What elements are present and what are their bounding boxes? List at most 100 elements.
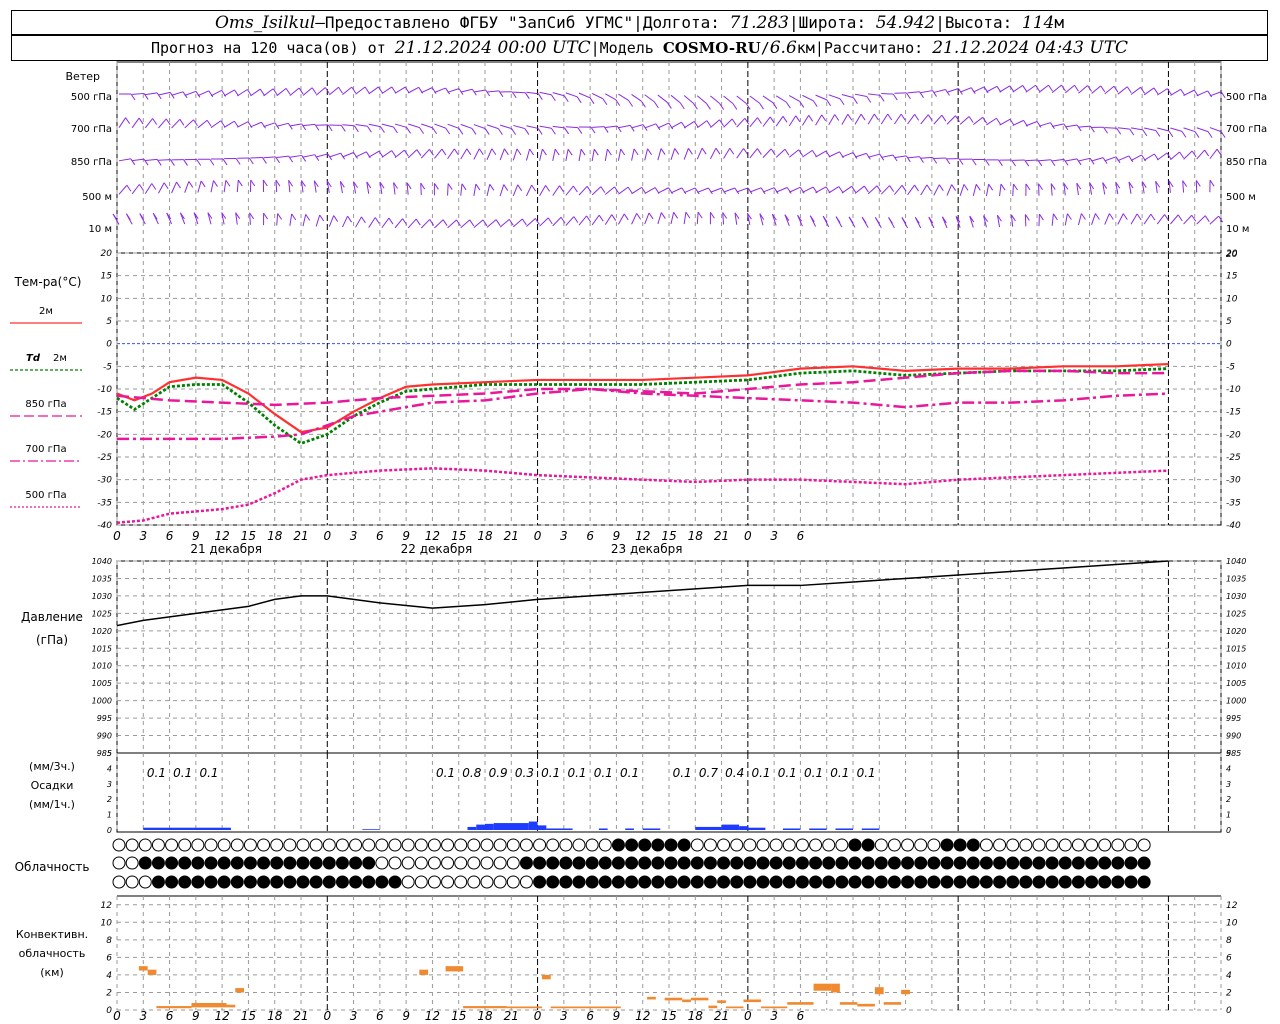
- wind-barb: [617, 213, 625, 225]
- wind-barb-flag: [1128, 155, 1134, 163]
- conv-bar: [857, 1003, 875, 1007]
- wind-barb-flag: [1220, 91, 1226, 99]
- wind-barb: [1209, 215, 1219, 225]
- wind-barb-flag: [461, 183, 467, 191]
- wind-barb: [250, 121, 262, 128]
- wind-barb: [289, 213, 293, 226]
- wind-barb-flag: [1108, 213, 1114, 220]
- cloud-clear-icon: [309, 838, 323, 852]
- wind-barb: [289, 154, 302, 158]
- cloud-full-icon: [953, 838, 967, 852]
- wind-barb-flag: [277, 213, 283, 220]
- conv-ytick-right: 4: [1226, 971, 1232, 981]
- wind-barb: [683, 95, 694, 104]
- wind-barb: [473, 89, 486, 93]
- precip-3h-value: 0.1: [594, 766, 613, 780]
- wind-barb: [933, 184, 940, 196]
- wind-barb-flag: [586, 186, 592, 193]
- wind-barb: [263, 88, 274, 97]
- temp-ytick: -30: [97, 476, 112, 486]
- wind-barb-flag: [709, 211, 715, 219]
- cloud-clear-icon: [349, 838, 363, 852]
- wind-barb: [118, 184, 128, 195]
- wind-barb: [210, 120, 222, 129]
- wind-barb: [736, 148, 744, 159]
- wind-barb: [591, 186, 602, 196]
- temp-ytick: 20: [101, 249, 113, 259]
- wind-barb-flag: [633, 148, 639, 156]
- wind-barb: [421, 87, 433, 94]
- conv-bar: [594, 1006, 621, 1009]
- temp-ytick-right: 5: [1226, 317, 1232, 327]
- wind-barb-flag: [927, 114, 933, 121]
- wind-barb-flag: [1204, 149, 1210, 157]
- temp-xtick: 12: [635, 529, 650, 543]
- wind-barb-flag: [1129, 128, 1135, 136]
- wind-barb: [1183, 214, 1193, 225]
- cloud-full-icon: [717, 856, 731, 870]
- temp-ytick: -35: [97, 498, 112, 508]
- wind-barb: [683, 148, 689, 160]
- wind-barb: [894, 184, 903, 195]
- wind-barb: [657, 94, 668, 103]
- wind-barb-flag: [361, 216, 366, 224]
- wind-barb-flag: [1142, 129, 1148, 137]
- cloud-full-icon: [809, 875, 823, 889]
- wind-level-label: 850 гПа: [71, 157, 112, 168]
- conv-ytick: 4: [106, 971, 112, 981]
- cloud-full-icon: [243, 856, 257, 870]
- wind-barb: [407, 86, 419, 94]
- wind-barb: [907, 114, 916, 125]
- wind-barb-flag: [786, 187, 792, 194]
- precip-bar: [528, 821, 538, 830]
- wind-barb-flag: [263, 212, 269, 220]
- wind-barb-flag: [914, 114, 920, 121]
- temp-ytick-right: -10: [1226, 385, 1241, 395]
- wind-barb-flag: [906, 92, 911, 100]
- cloud-full-icon: [204, 856, 218, 870]
- wind-barb: [1104, 156, 1117, 162]
- temp-xtick: 18: [477, 529, 493, 543]
- cloud-clear-icon: [112, 856, 126, 870]
- cloud-full-icon: [598, 875, 612, 889]
- wind-barb-flag: [998, 159, 1003, 167]
- wind-barb: [552, 185, 560, 196]
- conv-xtick: 0: [113, 1009, 121, 1023]
- pressure-ytick: 1015: [92, 644, 112, 653]
- wind-barb: [420, 148, 430, 159]
- wind-barb: [460, 183, 463, 196]
- precip-ytick-right: 0: [1226, 826, 1231, 835]
- wind-barb: [933, 157, 946, 160]
- wind-barb: [552, 92, 565, 97]
- wind-barb: [631, 186, 642, 195]
- cloud-full-icon: [533, 856, 547, 870]
- cloud-full-icon: [703, 856, 717, 870]
- precip-ytick: 5: [107, 749, 112, 758]
- conv-ytick: 10: [101, 918, 113, 928]
- wind-barb-flag: [188, 181, 194, 188]
- wind-barb-flag: [391, 86, 397, 94]
- temp-ytick-right: -20: [1226, 430, 1241, 440]
- cloud-full-icon: [848, 875, 862, 889]
- temp-xtick: 6: [586, 529, 594, 543]
- cloud-full-icon: [690, 875, 704, 889]
- wind-barb-flag: [602, 98, 608, 106]
- cloud-clear-icon: [795, 838, 809, 852]
- wind-barb: [407, 123, 420, 129]
- wind-barb: [618, 124, 631, 129]
- wind-barb-flag: [206, 119, 212, 127]
- wind-barb: [1025, 84, 1036, 93]
- wind-barb: [526, 125, 539, 129]
- wind-barb: [802, 149, 813, 158]
- cloud-clear-icon: [112, 875, 126, 889]
- pressure-ytick: 1040: [92, 557, 112, 566]
- wind-barb-flag: [756, 148, 762, 155]
- cloud-clear-icon: [769, 838, 783, 852]
- precip-bar: [739, 826, 748, 830]
- wind-barb: [499, 148, 505, 161]
- wind-barb: [1038, 122, 1051, 127]
- wind-barb-flag: [554, 148, 560, 156]
- wind-barb-flag: [338, 86, 343, 94]
- wind-barb-flag: [374, 217, 380, 224]
- cloud-full-icon: [1137, 856, 1151, 870]
